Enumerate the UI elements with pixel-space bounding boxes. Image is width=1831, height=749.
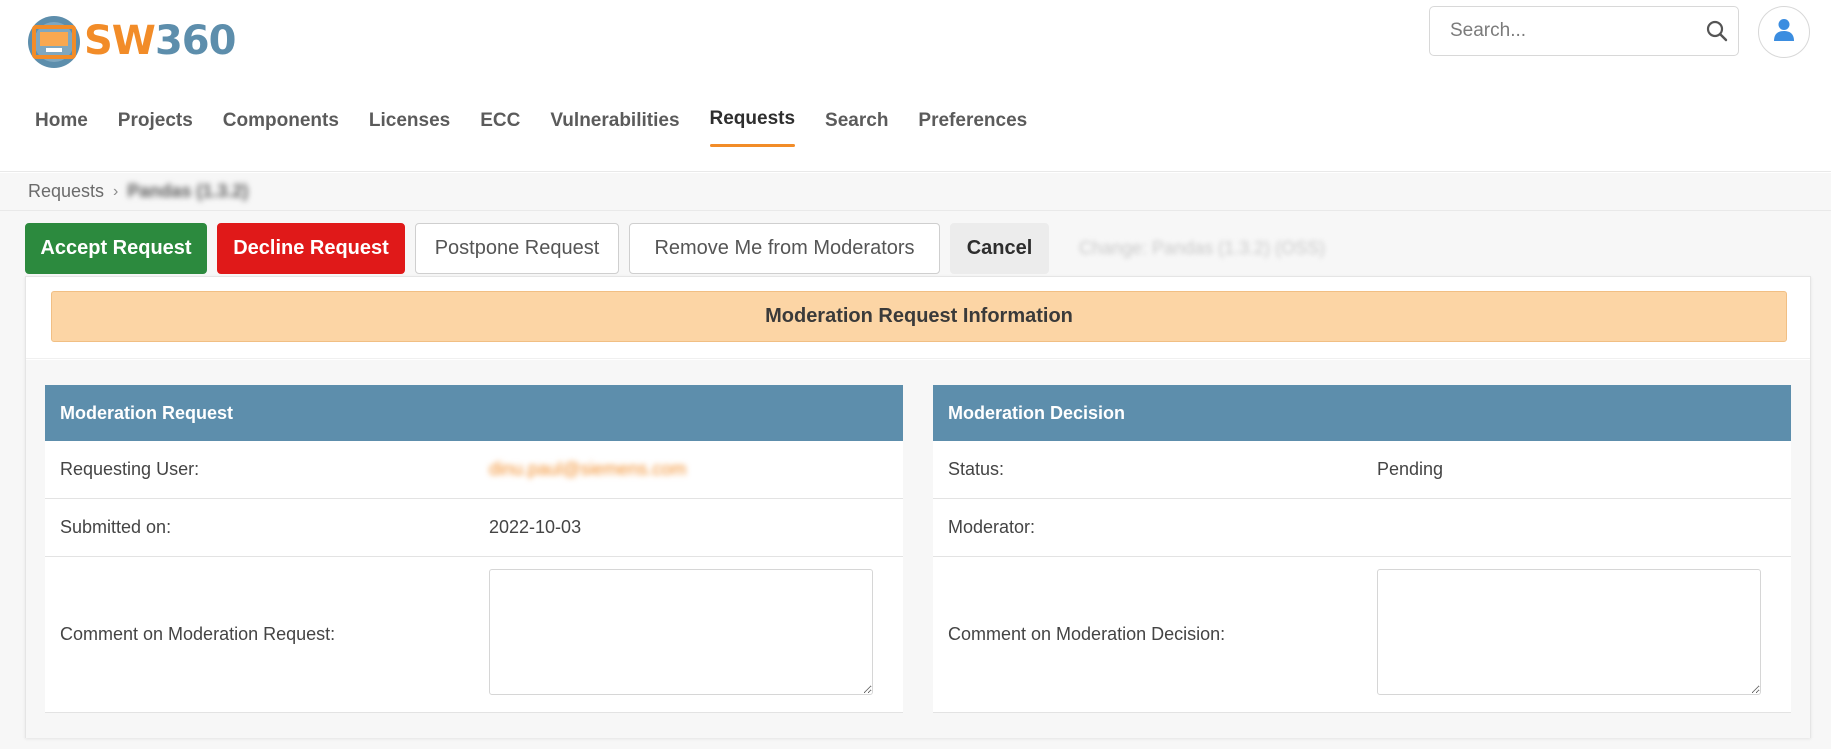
nav-item-ecc[interactable]: ECC (465, 98, 535, 150)
sw360-logo[interactable]: SW360 (26, 10, 236, 72)
request-comment-label: Comment on Moderation Request: (60, 624, 336, 644)
logo-text-sw: SW (84, 18, 156, 64)
breadcrumb-current: Pandas (1.3.2) (127, 181, 249, 201)
breadcrumb-requests-link[interactable]: Requests (28, 181, 104, 202)
requesting-user-link[interactable]: dinu.paul@siemens.com (489, 459, 903, 480)
moderation-decision-panel: Moderation Decision Status: Pending Mode… (933, 385, 1791, 713)
top-header: SW360 Home Projects Components Licenses … (0, 0, 1831, 172)
moderation-info-banner: Moderation Request Information (51, 291, 1787, 342)
moderator-label: Moderator: (948, 517, 1036, 537)
breadcrumb: Requests › Pandas (1.3.2) (0, 173, 1831, 211)
action-toolbar: Accept Request Decline Request Postpone … (25, 223, 1325, 274)
submitted-on-value: 2022-10-03 (489, 517, 582, 537)
status-value: Pending (1377, 459, 1444, 479)
decline-request-button[interactable]: Decline Request (217, 223, 405, 274)
card-header: Moderation Request Information (26, 277, 1810, 359)
nav-item-home[interactable]: Home (20, 98, 103, 150)
user-menu-button[interactable] (1758, 6, 1810, 58)
request-comment-field[interactable] (489, 569, 873, 695)
search-input[interactable] (1430, 7, 1695, 55)
nav-item-licenses[interactable]: Licenses (354, 98, 465, 150)
nav-item-requests[interactable]: Requests (695, 98, 811, 150)
cancel-button[interactable]: Cancel (950, 223, 1049, 274)
user-icon (1773, 18, 1795, 47)
logo-text-360: 360 (154, 18, 236, 64)
card-body: Moderation Request Requesting User: dinu… (26, 360, 1810, 738)
nav-item-components[interactable]: Components (208, 98, 354, 150)
nav-item-vulnerabilities[interactable]: Vulnerabilities (535, 98, 694, 150)
status-label: Status: (948, 459, 1005, 479)
nav-item-preferences[interactable]: Preferences (903, 98, 1042, 150)
main-nav: Home Projects Components Licenses ECC Vu… (20, 98, 1042, 150)
nav-item-search[interactable]: Search (810, 98, 903, 150)
postpone-request-button[interactable]: Postpone Request (415, 223, 619, 274)
table-row: Requesting User: dinu.paul@siemens.com (45, 441, 903, 499)
decision-comment-field[interactable] (1377, 569, 1761, 695)
table-row: Comment on Moderation Decision: (933, 557, 1791, 713)
remove-me-from-moderators-button[interactable]: Remove Me from Moderators (629, 223, 940, 274)
page-content: Accept Request Decline Request Postpone … (0, 211, 1831, 749)
requesting-user-label: Requesting User: (60, 459, 200, 479)
logo-text: SW360 (84, 18, 236, 64)
chevron-right-icon: › (113, 182, 119, 200)
global-search (1429, 6, 1739, 56)
nav-item-projects[interactable]: Projects (103, 98, 208, 150)
accept-request-button[interactable]: Accept Request (25, 223, 207, 274)
moderation-request-title: Moderation Request (45, 385, 903, 441)
search-icon[interactable] (1695, 7, 1738, 55)
moderation-card: Moderation Request Information Moderatio… (25, 276, 1811, 738)
table-row: Comment on Moderation Request: (45, 557, 903, 713)
decision-comment-label: Comment on Moderation Decision: (948, 624, 1226, 644)
change-title: Change: Pandas (1.3.2) (OSS) (1079, 238, 1326, 258)
table-row: Submitted on: 2022-10-03 (45, 499, 903, 557)
logo-mark-icon (26, 10, 88, 72)
moderation-request-panel: Moderation Request Requesting User: dinu… (45, 385, 903, 713)
table-row: Status: Pending (933, 441, 1791, 499)
table-row: Moderator: (933, 499, 1791, 557)
submitted-on-label: Submitted on: (60, 517, 172, 537)
moderation-decision-title: Moderation Decision (933, 385, 1791, 441)
